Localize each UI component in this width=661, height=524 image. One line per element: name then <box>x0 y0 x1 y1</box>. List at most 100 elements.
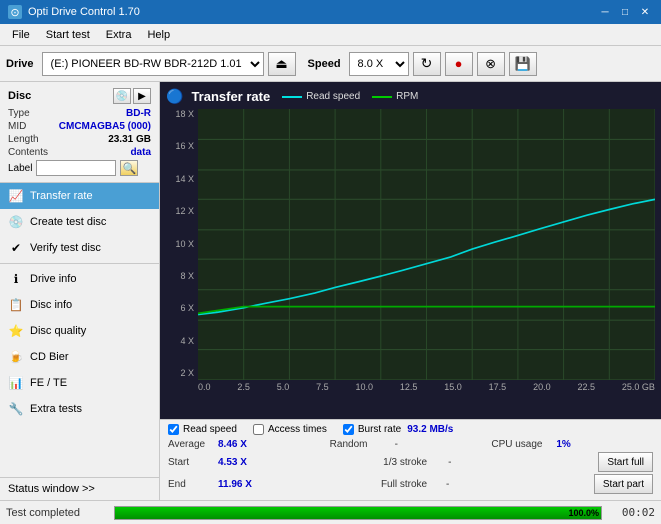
extra-tests-icon: 🔧 <box>8 401 24 417</box>
drive-label: Drive <box>6 58 34 70</box>
x-label-10: 10.0 <box>356 382 374 398</box>
status-bar: Test completed 100.0% 00:02 <box>0 500 661 524</box>
nav-transfer-rate[interactable]: 📈 Transfer rate <box>0 183 159 209</box>
access-times-checkbox-item: Access times <box>253 424 327 435</box>
burst-rate-checkbox-label: Burst rate <box>358 424 401 435</box>
y-label-14: 14 X <box>166 174 198 184</box>
time-display: 00:02 <box>610 506 655 519</box>
chart-title: Transfer rate <box>191 89 270 104</box>
nav-extra-tests[interactable]: 🔧 Extra tests <box>0 396 159 422</box>
maximize-button[interactable]: □ <box>617 4 633 20</box>
menu-start-test[interactable]: Start test <box>38 27 98 43</box>
speed-select[interactable]: 8.0 X Max 2.0 X 4.0 X 12.0 X <box>349 52 409 76</box>
nav-drive-info[interactable]: ℹ Drive info <box>0 266 159 292</box>
sidebar: Disc 💿 ▶ Type BD-R MID CMCMAGBA5 (000) L… <box>0 82 160 500</box>
end-value: 11.96 X <box>218 479 263 490</box>
menu-file[interactable]: File <box>4 27 38 43</box>
eject-button[interactable]: ⏏ <box>268 52 296 76</box>
stroke13-value: - <box>448 457 478 468</box>
label-label: Label <box>8 163 32 174</box>
toolbar: Drive (E:) PIONEER BD-RW BDR-212D 1.01 ⏏… <box>0 46 661 82</box>
read-speed-checkbox[interactable] <box>168 424 179 435</box>
start-full-button[interactable]: Start full <box>598 452 653 472</box>
y-label-2: 2 X <box>166 368 198 378</box>
stroke13-label: 1/3 stroke <box>383 457 448 468</box>
y-label-12: 12 X <box>166 206 198 216</box>
nav-transfer-rate-label: Transfer rate <box>30 190 93 202</box>
verify-test-disc-icon: ✔ <box>8 240 24 256</box>
close-button[interactable]: ✕ <box>637 4 653 20</box>
start-part-button[interactable]: Start part <box>594 474 653 494</box>
x-label-0: 0.0 <box>198 382 211 398</box>
right-panel: 🔵 Transfer rate Read speed RPM <box>160 82 661 500</box>
nav-disc-quality[interactable]: ⭐ Disc quality <box>0 318 159 344</box>
label-button[interactable]: 🔍 <box>120 160 138 176</box>
stroke13-group: 1/3 stroke - <box>383 452 598 472</box>
label-input[interactable] <box>36 160 116 176</box>
nav-create-test-disc[interactable]: 💿 Create test disc <box>0 209 159 235</box>
cd-bier-icon: 🍺 <box>8 349 24 365</box>
disc-quality-icon: ⭐ <box>8 323 24 339</box>
nav-cd-bier[interactable]: 🍺 CD Bier <box>0 344 159 370</box>
rpm-color <box>372 96 392 98</box>
stats-area: Read speed Access times Burst rate 93.2 … <box>160 419 661 500</box>
y-label-10: 10 X <box>166 239 198 249</box>
nav-section: 📈 Transfer rate 💿 Create test disc ✔ Ver… <box>0 183 159 477</box>
progress-bar-fill <box>115 507 601 519</box>
status-window-label: Status window >> <box>8 483 95 495</box>
menu-extra[interactable]: Extra <box>98 27 140 43</box>
x-label-15: 15.0 <box>444 382 462 398</box>
drive-select[interactable]: (E:) PIONEER BD-RW BDR-212D 1.01 <box>42 52 264 76</box>
end-label: End <box>168 479 218 490</box>
x-label-12-5: 12.5 <box>400 382 418 398</box>
burst-rate-checkbox[interactable] <box>343 424 354 435</box>
x-label-5: 5.0 <box>277 382 290 398</box>
x-axis-labels: 0.0 2.5 5.0 7.5 10.0 12.5 15.0 17.5 20.0… <box>198 382 655 398</box>
average-group: Average 8.46 X <box>168 439 330 450</box>
burst-rate-value: 93.2 MB/s <box>407 424 453 435</box>
y-axis-labels: 18 X 16 X 14 X 12 X 10 X 8 X 6 X 4 X 2 X <box>166 109 198 380</box>
read-speed-checkbox-label: Read speed <box>183 424 237 435</box>
menu-help[interactable]: Help <box>139 27 178 43</box>
save-button[interactable]: 💾 <box>509 52 537 76</box>
nav-verify-test-disc[interactable]: ✔ Verify test disc <box>0 235 159 261</box>
record-button[interactable]: ● <box>445 52 473 76</box>
title-bar: ⊙ Opti Drive Control 1.70 ─ □ ✕ <box>0 0 661 24</box>
disc-icon-btn2[interactable]: ▶ <box>133 88 151 104</box>
nav-disc-info[interactable]: 📋 Disc info <box>0 292 159 318</box>
app-title: Opti Drive Control 1.70 <box>28 6 140 18</box>
checkboxes-row: Read speed Access times Burst rate 93.2 … <box>168 424 653 435</box>
mid-value: CMCMAGBA5 (000) <box>59 121 151 132</box>
mid-label: MID <box>8 121 26 132</box>
nav-extra-tests-label: Extra tests <box>30 403 82 415</box>
disc-panel: Disc 💿 ▶ Type BD-R MID CMCMAGBA5 (000) L… <box>0 82 159 183</box>
y-label-8: 8 X <box>166 271 198 281</box>
stats-row-3: End 11.96 X Full stroke - Start part <box>168 474 653 494</box>
cancel-button[interactable]: ⊗ <box>477 52 505 76</box>
type-label: Type <box>8 108 30 119</box>
legend-read-speed: Read speed <box>282 91 360 102</box>
main-content: Disc 💿 ▶ Type BD-R MID CMCMAGBA5 (000) L… <box>0 82 661 500</box>
menu-bar: File Start test Extra Help <box>0 24 661 46</box>
random-label: Random <box>330 439 395 450</box>
status-window-button[interactable]: Status window >> <box>0 477 159 500</box>
cpu-label: CPU usage <box>491 439 556 450</box>
y-label-18: 18 X <box>166 109 198 119</box>
legend-rpm: RPM <box>372 91 418 102</box>
speed-label: Speed <box>308 58 341 70</box>
nav-fe-te-label: FE / TE <box>30 377 67 389</box>
status-text: Test completed <box>6 507 106 519</box>
legend-rpm-label: RPM <box>396 91 418 102</box>
minimize-button[interactable]: ─ <box>597 4 613 20</box>
refresh-button[interactable]: ↻ <box>413 52 441 76</box>
access-times-checkbox[interactable] <box>253 424 264 435</box>
fullstroke-group: Full stroke - <box>381 474 594 494</box>
cpu-group: CPU usage 1% <box>491 439 653 450</box>
length-label: Length <box>8 134 39 145</box>
read-speed-checkbox-item: Read speed <box>168 424 237 435</box>
access-times-checkbox-label: Access times <box>268 424 327 435</box>
disc-icon-btn1[interactable]: 💿 <box>113 88 131 104</box>
fe-te-icon: 📊 <box>8 375 24 391</box>
nav-fe-te[interactable]: 📊 FE / TE <box>0 370 159 396</box>
transfer-rate-icon: 📈 <box>8 188 24 204</box>
